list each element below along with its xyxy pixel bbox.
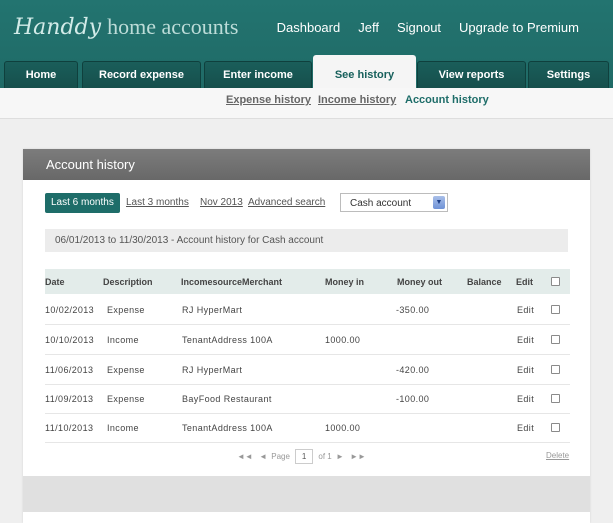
cell-description: Income — [107, 335, 139, 345]
header-balance[interactable]: Balance — [467, 277, 502, 287]
signout-link[interactable]: Signout — [397, 20, 441, 35]
cell-date: 10/02/2013 — [45, 305, 95, 315]
delete-link[interactable]: Delete — [546, 451, 569, 460]
cell-money-out: -420.00 — [396, 365, 430, 375]
last-6-months-button[interactable]: Last 6 months — [45, 193, 120, 213]
panel-header: Account history — [23, 149, 590, 180]
cell-date: 11/06/2013 — [45, 365, 94, 375]
edit-link[interactable]: Edit — [517, 335, 534, 345]
tab-home[interactable]: Home — [4, 61, 78, 88]
header-description[interactable]: Description — [103, 277, 153, 287]
cell-description: Expense — [107, 305, 145, 315]
select-all-checkbox[interactable] — [551, 277, 560, 286]
row-checkbox[interactable] — [551, 394, 560, 403]
header-money-in[interactable]: Money in — [325, 277, 364, 287]
cell-date: 11/09/2013 — [45, 394, 94, 404]
table-row: 10/02/2013 Expense RJ HyperMart -350.00 … — [45, 295, 570, 325]
cell-source: RJ HyperMart — [182, 365, 243, 375]
page-label: Page — [271, 452, 290, 461]
tab-see-history[interactable]: See history — [313, 55, 416, 89]
cell-source: TenantAddress 100A — [182, 335, 273, 345]
income-history-link[interactable]: Income history — [318, 94, 396, 106]
row-checkbox[interactable] — [551, 365, 560, 374]
table-row: 10/10/2013 Income TenantAddress 100A 100… — [45, 325, 570, 355]
page-count: of 1 — [318, 452, 332, 461]
last-page-icon[interactable]: ►► — [350, 452, 366, 461]
panel-title: Account history — [46, 157, 135, 172]
edit-link[interactable]: Edit — [517, 305, 534, 315]
edit-link[interactable]: Edit — [517, 365, 534, 375]
table-row: 11/09/2013 Expense BayFood Restaurant -1… — [45, 384, 570, 414]
cell-source: TenantAddress 100A — [182, 423, 273, 433]
cell-date: 10/10/2013 — [45, 335, 95, 345]
app-header: Handdy home accounts Dashboard Jeff Signo… — [0, 0, 613, 89]
header-edit: Edit — [516, 277, 533, 287]
date-range-text: 06/01/2013 to 11/30/2013 - Account histo… — [55, 235, 324, 246]
edit-link[interactable]: Edit — [517, 394, 534, 404]
user-link[interactable]: Jeff — [358, 20, 379, 35]
tab-record-expense[interactable]: Record expense — [82, 61, 201, 88]
cell-description: Income — [107, 423, 139, 433]
panel-footer — [23, 476, 590, 512]
cell-money-in: 1000.00 — [325, 423, 361, 433]
upgrade-link[interactable]: Upgrade to Premium — [459, 20, 579, 35]
sub-navigation: Expense history Income history Account h… — [0, 88, 613, 119]
date-range-bar: 06/01/2013 to 11/30/2013 - Account histo… — [45, 229, 568, 252]
header-money-out[interactable]: Money out — [397, 277, 442, 287]
chevron-down-icon: ▼ — [433, 196, 445, 209]
pagination: ◄◄ ◄ Page 1 of 1 ► ►► — [235, 449, 368, 464]
table-header: Date Description IncomesourceMerchant Mo… — [45, 269, 570, 294]
table-row: 11/10/2013 Income TenantAddress 100A 100… — [45, 413, 570, 443]
tab-settings[interactable]: Settings — [528, 61, 609, 88]
header-date[interactable]: Date — [45, 277, 65, 287]
prev-page-icon[interactable]: ◄ — [259, 452, 267, 461]
header-source[interactable]: IncomesourceMerchant — [181, 277, 282, 287]
cell-money-in: 1000.00 — [325, 335, 361, 345]
cell-description: Expense — [107, 365, 145, 375]
next-page-icon[interactable]: ► — [336, 452, 344, 461]
account-history-link[interactable]: Account history — [405, 94, 489, 106]
expense-history-link[interactable]: Expense history — [226, 94, 311, 106]
cell-source: BayFood Restaurant — [182, 394, 272, 404]
edit-link[interactable]: Edit — [517, 423, 534, 433]
app-logo[interactable]: Handdy home accounts — [14, 14, 238, 40]
month-link[interactable]: Nov 2013 — [200, 197, 243, 208]
dashboard-link[interactable]: Dashboard — [277, 20, 341, 35]
logo-text: home accounts — [107, 14, 239, 39]
cell-source: RJ HyperMart — [182, 305, 243, 315]
cell-money-out: -100.00 — [396, 394, 430, 404]
cell-description: Expense — [107, 394, 145, 404]
cell-date: 11/10/2013 — [45, 423, 94, 433]
tab-enter-income[interactable]: Enter income — [204, 61, 312, 88]
account-history-panel: Account history Last 6 months Last 3 mon… — [23, 149, 590, 523]
advanced-search-link[interactable]: Advanced search — [248, 197, 325, 208]
first-page-icon[interactable]: ◄◄ — [237, 452, 253, 461]
row-checkbox[interactable] — [551, 335, 560, 344]
main-tabs: Home Record expense Enter income See his… — [0, 55, 613, 89]
row-checkbox[interactable] — [551, 305, 560, 314]
table-row: 11/06/2013 Expense RJ HyperMart -420.00 … — [45, 355, 570, 385]
row-checkbox[interactable] — [551, 423, 560, 432]
logo-script: Handdy — [14, 15, 102, 40]
account-select[interactable]: Cash account ▼ — [340, 193, 448, 212]
top-navigation: Dashboard Jeff Signout Upgrade to Premiu… — [277, 20, 579, 35]
last-3-months-link[interactable]: Last 3 months — [126, 197, 189, 208]
page-number-input[interactable]: 1 — [295, 449, 314, 464]
cell-money-out: -350.00 — [396, 305, 430, 315]
account-select-value: Cash account — [350, 198, 412, 209]
tab-view-reports[interactable]: View reports — [417, 61, 526, 88]
